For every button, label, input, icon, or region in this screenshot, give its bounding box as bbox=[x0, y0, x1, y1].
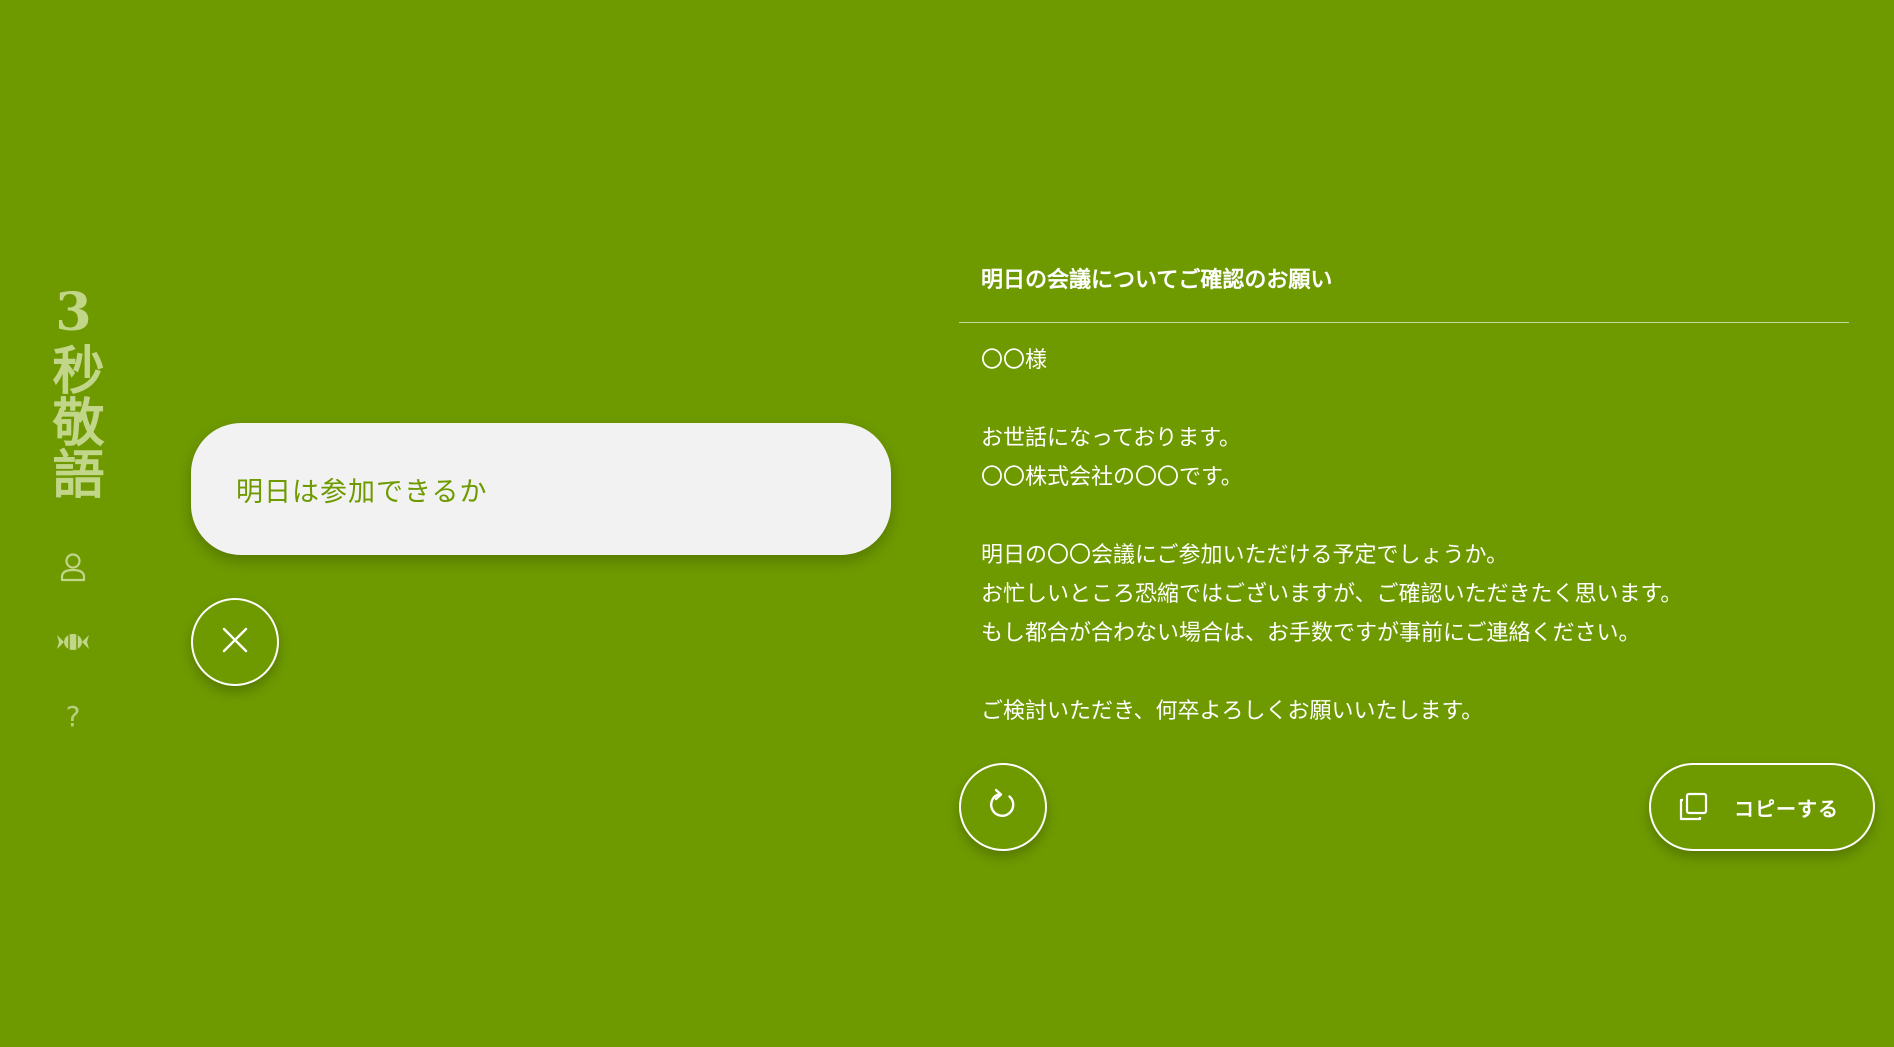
refresh-icon bbox=[987, 788, 1019, 826]
app-root: 3秒敬語 ? 明日は参加できるか 明日の会議についてご確認のお願い 〇〇様 お世… bbox=[0, 0, 1894, 1047]
app-logo[interactable]: 3秒敬語 bbox=[43, 282, 104, 499]
email-body-line: 明日の〇〇会議にご参加いただける予定でしょうか。 bbox=[981, 543, 1509, 568]
email-body-line bbox=[981, 653, 1849, 692]
help-icon: ? bbox=[65, 700, 81, 733]
copy-button[interactable]: コピーする bbox=[1649, 763, 1875, 851]
result-panel: 明日の会議についてご確認のお願い 〇〇様 お世話になっております。 〇〇株式会社… bbox=[959, 250, 1849, 731]
sidebar-item-account[interactable] bbox=[55, 549, 91, 585]
email-body-line bbox=[981, 380, 1849, 419]
copy-button-label: コピーする bbox=[1734, 796, 1839, 821]
candy-icon bbox=[56, 631, 90, 653]
source-text-input[interactable]: 明日は参加できるか bbox=[191, 423, 891, 555]
email-body: 〇〇様 お世話になっております。 〇〇株式会社の〇〇です。 明日の〇〇会議にご参… bbox=[959, 323, 1849, 731]
copy-icon bbox=[1678, 792, 1708, 822]
source-text-value: 明日は参加できるか bbox=[236, 476, 488, 508]
email-body-line: お忙しいところ恐縮ではございますが、ご確認いただきたく思います。 bbox=[981, 582, 1683, 607]
user-icon bbox=[60, 552, 86, 582]
clear-button[interactable] bbox=[191, 598, 279, 686]
email-body-line bbox=[981, 497, 1849, 536]
email-body-line: ご検討いただき、何卒よろしくお願いいたします。 bbox=[981, 699, 1484, 724]
email-body-line: もし都合が合わない場合は、お手数ですが事前にご連絡ください。 bbox=[981, 621, 1641, 646]
sidebar-item-help[interactable]: ? bbox=[55, 699, 91, 735]
close-icon bbox=[221, 626, 249, 658]
sidebar: 3秒敬語 ? bbox=[42, 282, 104, 774]
email-subject: 明日の会議についてご確認のお願い bbox=[981, 267, 1333, 293]
email-body-line: 〇〇株式会社の〇〇です。 bbox=[981, 465, 1243, 490]
sidebar-item-candy[interactable] bbox=[55, 624, 91, 660]
regenerate-button[interactable] bbox=[959, 763, 1047, 851]
email-body-line: 〇〇様 bbox=[981, 348, 1048, 373]
email-body-line: お世話になっております。 bbox=[981, 426, 1242, 451]
